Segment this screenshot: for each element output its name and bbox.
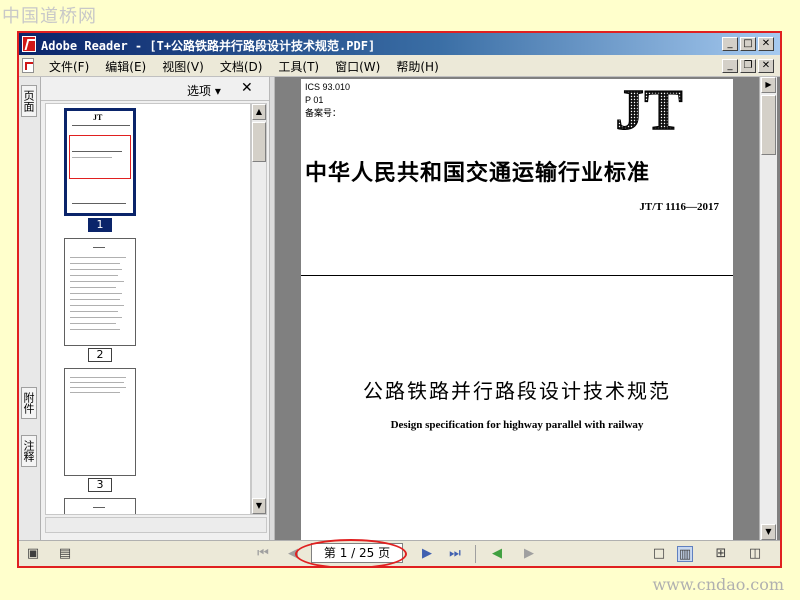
page-thumbnail-1[interactable]: JT [64,108,136,216]
divider-line [301,275,733,276]
menu-document[interactable]: 文档(D) [212,58,271,75]
document-view: ICS 93.010 P 01 备案号： JT 中华人民共和国交通运输行业标准 … [275,77,780,549]
doc-restore-button[interactable]: ❐ [740,59,756,73]
thumbnail-hscrollbar[interactable] [45,517,267,533]
record-number: 备案号： [305,108,342,118]
p-number: P 01 [305,95,324,105]
minimize-button[interactable]: _ [722,37,738,51]
doc-scroll-right-icon[interactable]: ▶ [761,77,776,93]
page-number-1[interactable]: 1 [88,218,112,232]
status-bar: ▣ ▤ ⏮ ◀ 第 1 / 25 页 ▶ ⏭ ◀ ▶ □ ▥ ⊞ ◫ [19,539,780,566]
panel-header: 选项 ▾ ✕ [41,77,269,101]
document-icon[interactable] [22,58,34,73]
doc-minimize-button[interactable]: _ [722,59,738,73]
menu-bar: 文件(F) 编辑(E) 视图(V) 文档(D) 工具(T) 窗口(W) 帮助(H… [19,55,780,77]
page-number-2[interactable]: 2 [88,348,112,362]
document-english-title: Design specification for highway paralle… [390,419,644,431]
menu-tools[interactable]: 工具(T) [270,58,327,75]
ics-number: ICS 93.010 [305,82,351,92]
scroll-down-icon[interactable]: ▼ [252,498,266,514]
doc-scroll-thumb[interactable] [761,95,776,155]
options-menu[interactable]: 选项 ▾ [187,82,221,99]
continuous-facing-view-icon[interactable]: ◫ [747,546,763,562]
tab-pages[interactable]: 页面 [21,85,37,117]
maximize-button[interactable]: □ [740,37,756,51]
facing-view-icon[interactable]: ⊞ [713,546,729,562]
continuous-view-icon[interactable]: ▥ [677,546,693,562]
document-main-title: 公路铁路并行路段设计技术规范 [363,379,671,403]
jt-logo-text: JT [615,83,683,135]
navigation-tab-strip: 页面 附件 注释 [19,77,41,540]
document-page: ICS 93.010 P 01 备案号： JT 中华人民共和国交通运输行业标准 … [301,79,733,549]
menu-help[interactable]: 帮助(H) [388,58,446,75]
first-page-icon[interactable]: ⏮ [255,546,271,562]
highlight-circle [295,539,407,566]
ics-code: ICS 93.010 P 01 备案号： [305,81,350,120]
tab-comments[interactable]: 注释 [21,435,37,467]
page-number-3[interactable]: 3 [88,478,112,492]
go-back-icon[interactable]: ◀ [489,546,505,562]
menu-window[interactable]: 窗口(W) [327,58,388,75]
go-forward-icon[interactable]: ▶ [521,546,537,562]
next-page-icon[interactable]: ▶ [419,546,435,562]
watermark-bottom: www.cndao.com [652,575,784,594]
doc-close-button[interactable]: ✕ [758,59,774,73]
thumbnail-list: JT 1 2 3 [45,103,251,515]
menu-edit[interactable]: 编辑(E) [97,58,154,75]
last-page-icon[interactable]: ⏭ [447,546,463,562]
title-bar[interactable]: Adobe Reader - [T+公路铁路并行路段设计技术规范.PDF] _ … [19,33,780,55]
tab-attachments[interactable]: 附件 [21,387,37,419]
window-title: Adobe Reader - [T+公路铁路并行路段设计技术规范.PDF] [41,39,376,53]
page-thumbnail-3[interactable] [64,368,136,476]
reader-window: Adobe Reader - [T+公路铁路并行路段设计技术规范.PDF] _ … [17,31,782,568]
doc-scroll-down-icon[interactable]: ▼ [761,524,776,540]
document-scrollbar[interactable]: ▶ ▼ [759,77,777,540]
menu-file[interactable]: 文件(F) [41,58,97,75]
panel-close-icon[interactable]: ✕ [241,80,253,96]
scroll-up-icon[interactable]: ▲ [252,104,266,120]
page-thumbnail-2[interactable] [64,238,136,346]
standard-code: JT/T 1116—2017 [639,201,719,213]
single-page-icon[interactable]: ▤ [57,546,73,562]
single-page-view-icon[interactable]: □ [651,546,667,562]
standard-title: 中华人民共和国交通运输行业标准 [305,160,651,186]
thumbnail-scrollbar[interactable]: ▲ ▼ [251,103,267,515]
pages-panel: 选项 ▾ ✕ JT 1 2 3 ▲ ▼ [41,77,269,540]
watermark-top: 中国道桥网 [2,6,97,27]
close-button[interactable]: ✕ [758,37,774,51]
scroll-thumb[interactable] [252,122,266,162]
thumbnail-view-icon[interactable]: ▣ [25,546,41,562]
jt-logo: JT [615,83,684,135]
menu-view[interactable]: 视图(V) [154,58,212,75]
adobe-reader-icon [22,36,36,52]
page-thumbnail-4[interactable] [64,498,136,514]
